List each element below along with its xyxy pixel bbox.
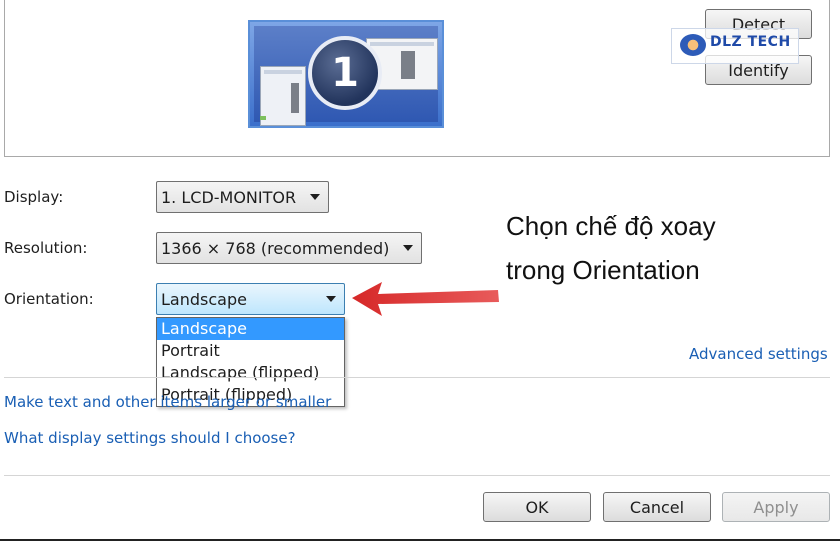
advanced-settings-link[interactable]: Advanced settings [689,345,828,363]
resolution-label: Resolution: [4,239,88,257]
orientation-option-portrait[interactable]: Portrait [157,340,344,362]
chevron-down-icon [403,245,413,251]
arrow-shape [352,282,499,316]
orientation-select[interactable]: Landscape [156,283,345,315]
footer-separator [4,475,830,476]
orientation-select-value: Landscape [161,289,247,309]
display-settings-help-link[interactable]: What display settings should I choose? [4,429,296,447]
display-label: Display: [4,188,64,206]
chevron-down-icon [310,194,320,200]
display-select-value: 1. LCD-MONITOR [161,187,297,207]
start-button-icon [260,116,266,120]
apply-button[interactable]: Apply [722,492,830,522]
dlz-logo-icon [680,34,706,56]
red-arrow-annotation [352,282,499,316]
dlz-tech-watermark: DLZ TECH [671,28,799,64]
chevron-down-icon [326,296,336,302]
orientation-label: Orientation: [4,290,94,308]
cancel-button[interactable]: Cancel [603,492,711,522]
ok-button[interactable]: OK [483,492,591,522]
instruction-callout: Chọn chế độ xoay trong Orientation [506,204,806,292]
callout-line-1: Chọn chế độ xoay [506,211,716,241]
separator [4,377,830,378]
resolution-select-value: 1366 × 768 (recommended) [161,238,390,258]
preview-window-left [260,66,306,126]
callout-line-2: trong Orientation [506,255,700,285]
resolution-select[interactable]: 1366 × 768 (recommended) [156,232,422,264]
orientation-option-landscape[interactable]: Landscape [157,318,344,340]
watermark-text: DLZ TECH [710,34,791,50]
monitor-number-badge: 1 [308,36,382,110]
display-select[interactable]: 1. LCD-MONITOR [156,181,329,213]
make-text-larger-link[interactable]: Make text and other items larger or smal… [4,393,331,411]
orientation-option-landscape-flipped[interactable]: Landscape (flipped) [157,362,344,384]
monitor-1-preview[interactable]: 1 [248,20,444,128]
